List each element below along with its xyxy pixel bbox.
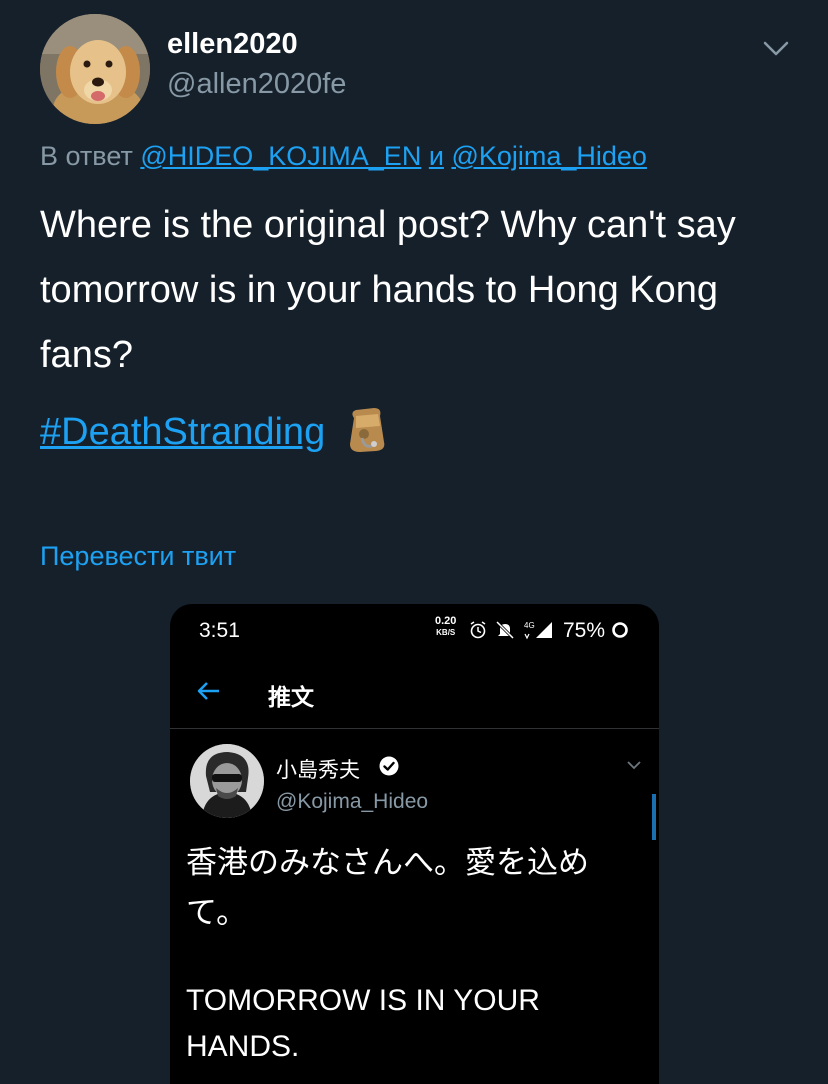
screen-title: 推文 (268, 684, 314, 710)
status-time: 3:51 (199, 619, 240, 642)
reply-prefix: В ответ (40, 141, 133, 171)
kojima-avatar[interactable] (190, 744, 264, 818)
kojima-name[interactable]: 小島秀夫 (276, 754, 360, 784)
hashtag-line: #DeathStranding (40, 402, 388, 462)
signal-icon: 4G (524, 621, 552, 640)
kojima-handle[interactable]: @Kojima_Hideo (276, 790, 428, 814)
dog-avatar-image (40, 14, 150, 124)
mute-bell-icon (495, 620, 515, 640)
chevron-down-icon[interactable] (762, 36, 790, 60)
back-arrow-icon[interactable] (196, 680, 222, 702)
network-speed: 0.20 KB/S (435, 616, 456, 638)
embedded-screenshot[interactable]: 3:51 0.20 KB/S 4G 75% 推文 小島秀夫 @Kojima_Hi… (170, 604, 659, 1084)
kojima-tweet-text-en: TOMORROW IS IN YOUR HANDS. (186, 984, 540, 1063)
author-name[interactable]: ellen2020 (167, 28, 298, 61)
bag-emoji-icon (349, 408, 385, 452)
network-speed-value: 0.20 (435, 615, 457, 627)
network-type: 4G (524, 621, 535, 630)
battery-level: 75% (563, 619, 606, 642)
verified-badge-icon (379, 756, 399, 776)
author-handle[interactable]: @allen2020fe (167, 68, 346, 101)
network-speed-unit: KB/S (436, 628, 456, 637)
chevron-down-icon[interactable] (625, 758, 643, 772)
header-divider (170, 728, 659, 729)
tweet-text: Where is the original post? Why can't sa… (40, 204, 736, 376)
alarm-icon (470, 621, 486, 639)
scroll-indicator (652, 794, 656, 840)
battery-ring-icon (612, 622, 628, 638)
reply-mention-link[interactable]: @HIDEO_KOJIMA_EN (140, 141, 421, 171)
reply-mention-link[interactable]: @Kojima_Hideo (451, 141, 647, 171)
author-avatar[interactable] (40, 14, 150, 124)
kojima-avatar-image (190, 744, 264, 818)
reply-context: В ответ @HIDEO_KOJIMA_EN и @Kojima_Hideo (40, 141, 647, 172)
hashtag-link[interactable]: #DeathStranding (40, 411, 325, 453)
kojima-tweet-text-jp: 香港のみなさんへ。愛を込めて。 (186, 845, 589, 931)
translate-tweet-link[interactable]: Перевести твит (40, 541, 236, 572)
reply-conjunction: и (428, 141, 444, 171)
